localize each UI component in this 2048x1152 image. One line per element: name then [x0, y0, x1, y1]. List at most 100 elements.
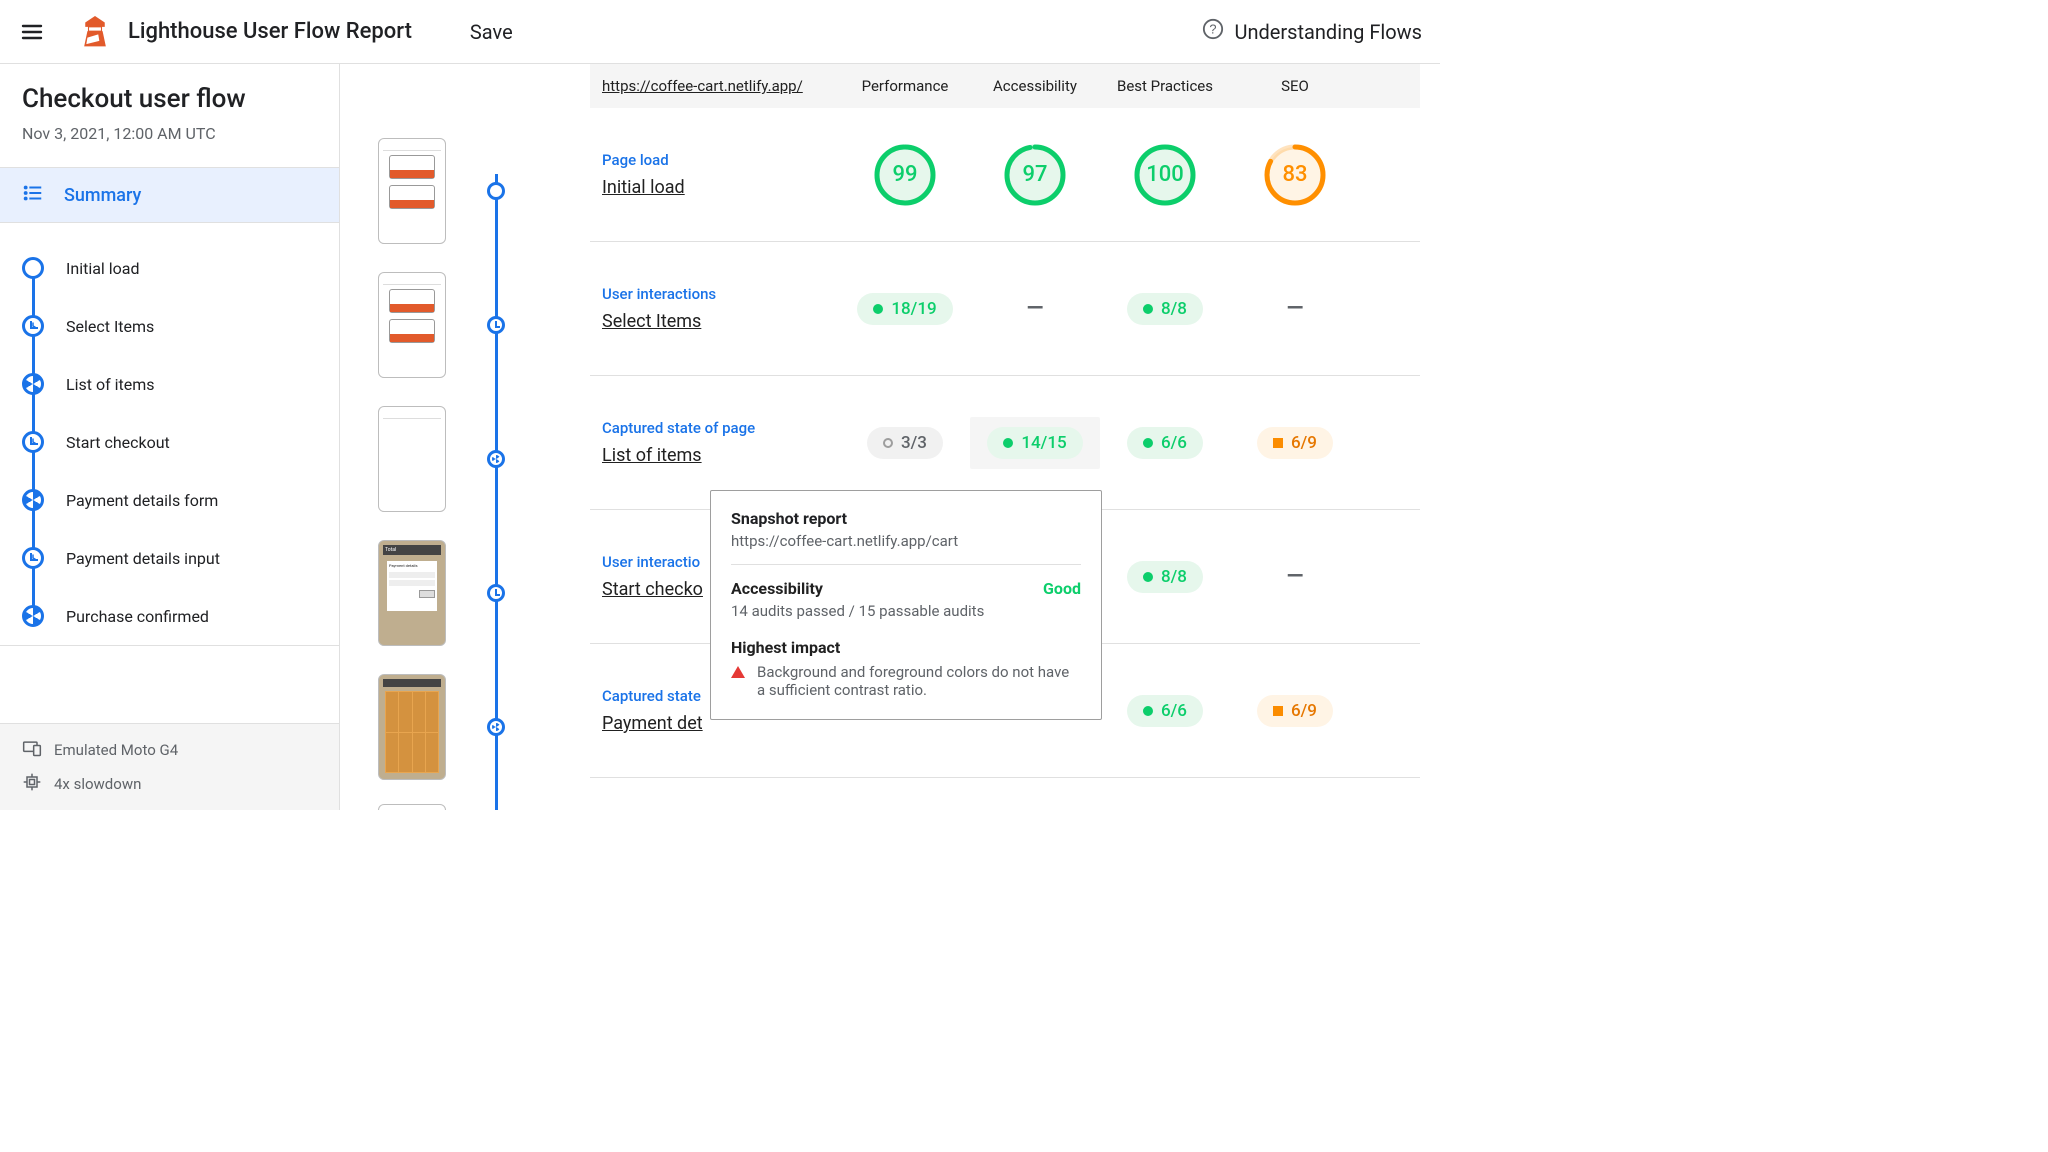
table-url[interactable]: https://coffee-cart.netlify.app/: [590, 77, 840, 95]
clock-icon: [22, 431, 44, 453]
sidebar-step-label: Payment details form: [66, 491, 218, 510]
tooltip-rating: Good: [1043, 579, 1081, 598]
row-kind: User interactions: [602, 285, 840, 303]
clock-icon: [22, 547, 44, 569]
timeline-thumbnail[interactable]: [340, 392, 590, 526]
timeline-thumbnail[interactable]: [340, 660, 590, 794]
help-icon: ?: [1202, 18, 1224, 45]
sidebar-step-label: Select Items: [66, 317, 154, 336]
sidebar-step[interactable]: Start checkout: [22, 413, 339, 471]
understanding-flows-label: Understanding Flows: [1234, 20, 1422, 44]
timeline-column: TotalPayment details: [340, 64, 590, 810]
sidebar-step-label: Start checkout: [66, 433, 170, 452]
menu-icon[interactable]: [12, 12, 52, 52]
row-name[interactable]: List of items: [602, 445, 840, 466]
tooltip-audits: 14 audits passed / 15 passable audits: [731, 602, 1081, 620]
summary-icon: [22, 182, 44, 209]
tooltip-impact-title: Highest impact: [731, 638, 1081, 657]
cpu-icon: [22, 772, 42, 796]
score-gauge[interactable]: 100: [1133, 143, 1197, 207]
score-chip[interactable]: 14/15: [987, 427, 1082, 459]
summary-label: Summary: [64, 185, 141, 206]
row-kind: Captured state of page: [602, 419, 840, 437]
timeline-thumbnail[interactable]: [340, 258, 590, 392]
sidebar-steps: Initial load Select Items List of items Sta…: [0, 223, 339, 645]
score-chip[interactable]: 6/6: [1127, 695, 1203, 727]
sidebar-step[interactable]: Payment details form: [22, 471, 339, 529]
tooltip-impact-text: Background and foreground colors do not …: [757, 663, 1081, 699]
score-chip[interactable]: 6/6: [1127, 427, 1203, 459]
aperture-icon: [22, 489, 44, 511]
score-gauge[interactable]: 97: [1003, 143, 1067, 207]
col-best-practices: Best Practices: [1100, 77, 1230, 95]
score-chip[interactable]: 6/9: [1257, 695, 1333, 727]
sidebar-step[interactable]: Purchase confirmed: [22, 587, 339, 645]
aperture-icon: [22, 373, 44, 395]
table-cell: 8/8: [1100, 561, 1230, 593]
sidebar-step-label: List of items: [66, 375, 155, 394]
warning-icon: [731, 666, 745, 678]
table-cell: 3/3: [840, 427, 970, 459]
timeline-thumbnail[interactable]: TotalPayment details: [340, 526, 590, 660]
score-chip[interactable]: 8/8: [1127, 293, 1203, 325]
timeline-thumbnail[interactable]: [340, 794, 590, 810]
tooltip-title: Snapshot report: [731, 509, 1081, 528]
sidebar-step-label: Purchase confirmed: [66, 607, 209, 626]
table-cell: 18/19: [840, 293, 970, 325]
table-row: Page load Initial load 99 97 100 83: [590, 108, 1420, 242]
device-icon: [22, 738, 42, 762]
sidebar-footer: Emulated Moto G4 4x slowdown: [0, 723, 339, 810]
sidebar-step[interactable]: List of items: [22, 355, 339, 413]
sidebar-step-label: Payment details input: [66, 549, 220, 568]
row-name[interactable]: Select Items: [602, 311, 840, 332]
dash: —: [1027, 296, 1044, 321]
timeline-thumbnail[interactable]: [340, 124, 590, 258]
table-cell: 99: [840, 143, 970, 207]
sidebar-summary[interactable]: Summary: [0, 167, 339, 223]
aperture-icon: [487, 450, 505, 468]
score-chip[interactable]: 3/3: [867, 427, 943, 459]
col-seo: SEO: [1230, 77, 1360, 95]
aperture-icon: [487, 718, 505, 736]
understanding-flows-link[interactable]: ? Understanding Flows: [1202, 18, 1422, 45]
table-row: User interactions Select Items 18/19 — 8/8 —: [590, 242, 1420, 376]
flow-title: Checkout user flow: [22, 84, 317, 114]
sidebar-step[interactable]: Payment details input: [22, 529, 339, 587]
row-name[interactable]: Initial load: [602, 177, 840, 198]
table-cell: 83: [1230, 143, 1360, 207]
table-cell: 100: [1100, 143, 1230, 207]
score-gauge[interactable]: 99: [873, 143, 937, 207]
table-cell: 6/6: [1100, 427, 1230, 459]
row-kind: Page load: [602, 151, 840, 169]
svg-text:?: ?: [1210, 22, 1217, 37]
sidebar: Checkout user flow Nov 3, 2021, 12:00 AM…: [0, 64, 340, 810]
device-label: Emulated Moto G4: [54, 741, 178, 759]
score-chip[interactable]: 8/8: [1127, 561, 1203, 593]
sidebar-header: Checkout user flow Nov 3, 2021, 12:00 AM…: [0, 64, 339, 161]
score-chip[interactable]: 6/9: [1257, 427, 1333, 459]
clock-icon: [487, 584, 505, 602]
circle-icon: [22, 257, 44, 279]
table-cell: —: [970, 296, 1100, 321]
sidebar-step-label: Initial load: [66, 259, 140, 278]
sidebar-step[interactable]: Select Items: [22, 297, 339, 355]
clock-icon: [22, 315, 44, 337]
dash: —: [1287, 564, 1304, 589]
aperture-icon: [22, 605, 44, 627]
throttle-label: 4x slowdown: [54, 775, 141, 793]
flow-date: Nov 3, 2021, 12:00 AM UTC: [22, 124, 317, 143]
table-cell: 6/9: [1230, 427, 1360, 459]
table-cell: 97: [970, 143, 1100, 207]
save-button[interactable]: Save: [470, 20, 513, 44]
table-cell: 8/8: [1100, 293, 1230, 325]
summary-table: https://coffee-cart.netlify.app/ Perform…: [590, 64, 1440, 810]
score-gauge[interactable]: 83: [1263, 143, 1327, 207]
content: TotalPayment details https://coffee-cart…: [340, 64, 1440, 810]
sidebar-step[interactable]: Initial load: [22, 239, 339, 297]
tooltip: Snapshot report https://coffee-cart.netl…: [710, 490, 1102, 720]
topbar: Lighthouse User Flow Report Save ? Under…: [0, 0, 1440, 64]
table-cell: —: [1230, 296, 1360, 321]
table-cell: 14/15: [970, 417, 1100, 469]
score-chip[interactable]: 18/19: [857, 293, 952, 325]
col-performance: Performance: [840, 77, 970, 95]
